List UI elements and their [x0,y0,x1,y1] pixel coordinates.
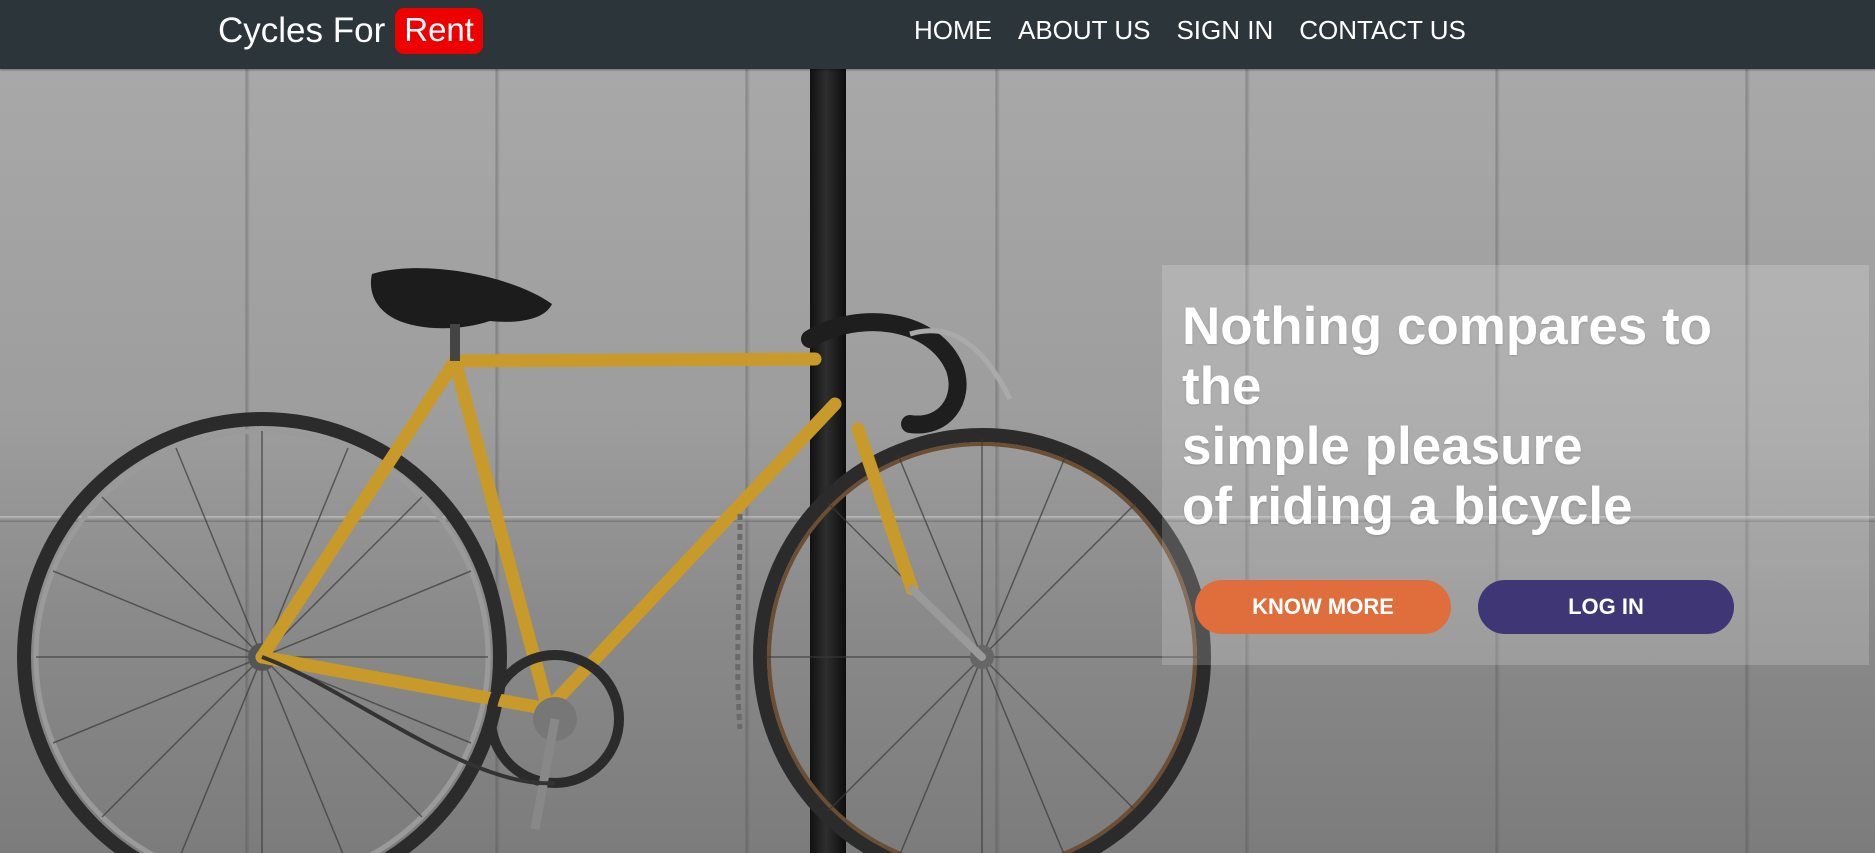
front-wheel [753,428,1211,853]
rear-wheel [17,412,507,853]
nav-link-about-us[interactable]: ABOUT US [1018,15,1150,46]
top-navbar: Cycles For Rent HOME ABOUT US SIGN IN CO… [0,0,1875,69]
nav-links: HOME ABOUT US SIGN IN CONTACT US [914,14,1492,46]
front-fork [908,585,986,661]
log-in-button[interactable]: LOG IN [1478,580,1734,634]
nav-link-sign-in[interactable]: SIGN IN [1176,15,1273,46]
site-logo[interactable]: Cycles For Rent [218,7,483,55]
crankset [486,650,624,830]
headline-line: Nothing compares to [1182,297,1713,356]
saddle [370,268,552,329]
nav-link-contact-us[interactable]: CONTACT US [1299,15,1466,46]
hero-section: Nothing compares to the simple pleasure … [0,69,1875,853]
know-more-button[interactable]: KNOW MORE [1195,580,1451,634]
headline-line: of riding a bicycle [1182,477,1633,536]
bicycle-image [17,268,1211,853]
brand-name: Cycles For [218,11,386,50]
hero-headline: Nothing compares to the simple pleasure … [1182,297,1842,537]
headline-line: the [1182,357,1262,416]
brand-badge: Rent [395,8,483,54]
nav-link-home[interactable]: HOME [914,15,992,46]
headline-line: simple pleasure [1182,417,1583,476]
